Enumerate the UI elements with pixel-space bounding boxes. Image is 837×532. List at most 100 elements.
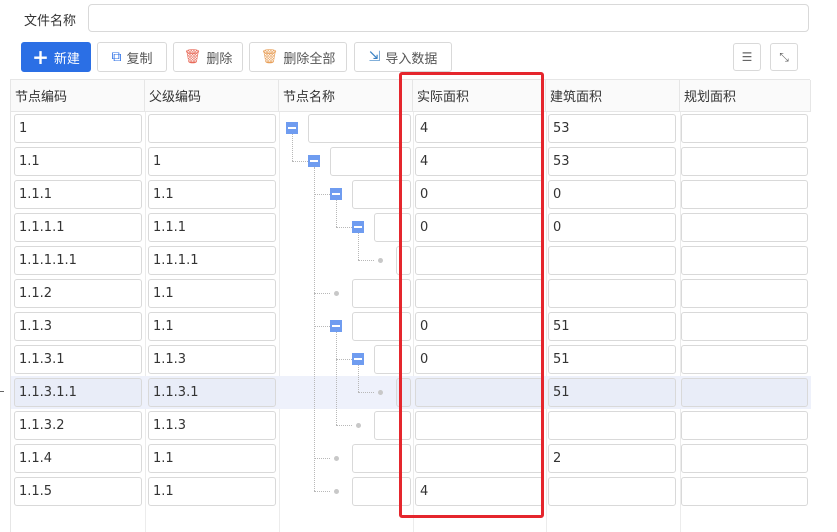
table-row[interactable]: 1.1.3.2 1.1.3 bbox=[11, 409, 811, 442]
node-code-input[interactable]: 1.1.1.1.1 bbox=[14, 246, 142, 275]
building-area-input[interactable]: 51 bbox=[548, 378, 676, 407]
planned-area-input[interactable] bbox=[681, 180, 808, 209]
building-area-input[interactable]: 2 bbox=[548, 444, 676, 473]
actual-area-input[interactable]: 0 bbox=[415, 213, 543, 242]
actual-area-input[interactable]: 4 bbox=[415, 477, 543, 506]
node-code-input[interactable]: 1.1.4 bbox=[14, 444, 142, 473]
planned-area-input[interactable] bbox=[681, 213, 808, 242]
collapse-top-button[interactable]: ☰ bbox=[733, 43, 761, 71]
planned-area-input[interactable] bbox=[681, 345, 808, 374]
actual-area-input[interactable]: 0 bbox=[415, 345, 543, 374]
node-name-input[interactable] bbox=[308, 114, 411, 143]
actual-area-input[interactable]: 0 bbox=[415, 312, 543, 341]
building-area-input[interactable] bbox=[548, 411, 676, 440]
node-code-input[interactable]: 1.1.3.1 bbox=[14, 345, 142, 374]
parent-code-input[interactable]: 1.1.1 bbox=[148, 213, 276, 242]
parent-code-input[interactable]: 1.1 bbox=[148, 444, 276, 473]
node-code-input[interactable]: 1.1.1.1 bbox=[14, 213, 142, 242]
node-name-input[interactable] bbox=[352, 477, 411, 506]
parent-code-input[interactable]: 1.1 bbox=[148, 180, 276, 209]
actual-area-input[interactable] bbox=[415, 279, 543, 308]
node-name-input[interactable] bbox=[396, 246, 411, 275]
import-button[interactable]: ⇲ 导入数据 bbox=[354, 42, 452, 72]
parent-code-input[interactable] bbox=[148, 114, 276, 143]
table-row[interactable]: 1.1.1.1.1 1.1.1.1 bbox=[11, 244, 811, 277]
parent-code-input[interactable]: 1.1.3 bbox=[148, 345, 276, 374]
collapse-toggle-icon[interactable] bbox=[352, 221, 364, 233]
collapse-toggle-icon[interactable] bbox=[308, 155, 320, 167]
parent-code-input[interactable]: 1.1 bbox=[148, 312, 276, 341]
delete-all-button[interactable]: 🗑 删除全部 bbox=[249, 42, 347, 72]
planned-area-input[interactable] bbox=[681, 477, 808, 506]
parent-code-input[interactable]: 1.1.3.1 bbox=[148, 378, 276, 407]
parent-code-input[interactable]: 1.1.1.1 bbox=[148, 246, 276, 275]
node-code-input[interactable]: 1.1.3.1.1 bbox=[14, 378, 142, 407]
actual-area-input[interactable]: 4 bbox=[415, 147, 543, 176]
node-name-input[interactable] bbox=[352, 180, 411, 209]
table-row[interactable]: 1.1.4 1.1 2 bbox=[11, 442, 811, 475]
building-area-input[interactable]: 53 bbox=[548, 114, 676, 143]
planned-area-input[interactable] bbox=[681, 378, 808, 407]
node-code-input[interactable]: 1.1.3 bbox=[14, 312, 142, 341]
building-area-input[interactable]: 0 bbox=[548, 180, 676, 209]
planned-area-input[interactable] bbox=[681, 411, 808, 440]
node-name-input[interactable] bbox=[330, 147, 411, 176]
planned-area-input[interactable] bbox=[681, 246, 808, 275]
actual-area-input[interactable] bbox=[415, 378, 543, 407]
building-area-input[interactable] bbox=[548, 246, 676, 275]
parent-code-input[interactable]: 1.1 bbox=[148, 477, 276, 506]
planned-area-input[interactable] bbox=[681, 279, 808, 308]
trash-icon: 🗑 bbox=[183, 49, 202, 65]
planned-area-input[interactable] bbox=[681, 312, 808, 341]
actual-area-input[interactable]: 0 bbox=[415, 180, 543, 209]
leaf-node-icon bbox=[378, 258, 383, 263]
actual-area-input[interactable] bbox=[415, 411, 543, 440]
parent-code-input[interactable]: 1.1 bbox=[148, 279, 276, 308]
collapse-toggle-icon[interactable] bbox=[286, 122, 298, 134]
node-name-input[interactable] bbox=[374, 345, 411, 374]
node-code-input[interactable]: 1 bbox=[14, 114, 142, 143]
node-code-input[interactable]: 1.1.1 bbox=[14, 180, 142, 209]
node-name-input[interactable] bbox=[352, 444, 411, 473]
node-name-input[interactable] bbox=[352, 279, 411, 308]
table-row[interactable]: 1.1.3 1.1 0 51 bbox=[11, 310, 811, 343]
node-code-input[interactable]: 1.1.2 bbox=[14, 279, 142, 308]
node-name-input[interactable] bbox=[374, 411, 411, 440]
collapse-toggle-icon[interactable] bbox=[352, 353, 364, 365]
collapse-toggle-icon[interactable] bbox=[330, 188, 342, 200]
file-name-input[interactable] bbox=[88, 4, 809, 32]
building-area-input[interactable]: 51 bbox=[548, 345, 676, 374]
node-code-input[interactable]: 1.1.5 bbox=[14, 477, 142, 506]
fullscreen-button[interactable]: ⤡ bbox=[770, 43, 798, 71]
building-area-input[interactable]: 53 bbox=[548, 147, 676, 176]
actual-area-input[interactable] bbox=[415, 246, 543, 275]
node-name-input[interactable] bbox=[374, 213, 411, 242]
table-row[interactable]: 1.1.1.1 1.1.1 0 0 bbox=[11, 211, 811, 244]
parent-code-input[interactable]: 1.1.3 bbox=[148, 411, 276, 440]
table-row[interactable]: 1.1.5 1.1 4 bbox=[11, 475, 811, 508]
building-area-input[interactable] bbox=[548, 279, 676, 308]
planned-area-input[interactable] bbox=[681, 444, 808, 473]
building-area-input[interactable]: 0 bbox=[548, 213, 676, 242]
table-row[interactable]: 1.1 1 4 53 bbox=[11, 145, 811, 178]
table-row[interactable]: 1.1.1 1.1 0 0 bbox=[11, 178, 811, 211]
building-area-input[interactable]: 51 bbox=[548, 312, 676, 341]
node-code-input[interactable]: 1.1 bbox=[14, 147, 142, 176]
node-name-input[interactable] bbox=[396, 378, 411, 407]
planned-area-input[interactable] bbox=[681, 114, 808, 143]
table-row[interactable]: 1.1.3.1.1 1.1.3.1 51 bbox=[11, 376, 811, 409]
building-area-input[interactable] bbox=[548, 477, 676, 506]
node-code-input[interactable]: 1.1.3.2 bbox=[14, 411, 142, 440]
table-row[interactable]: 1 4 53 bbox=[11, 112, 811, 145]
actual-area-input[interactable] bbox=[415, 444, 543, 473]
table-row[interactable]: 1.1.3.1 1.1.3 0 51 bbox=[11, 343, 811, 376]
actual-area-input[interactable]: 4 bbox=[415, 114, 543, 143]
planned-area-input[interactable] bbox=[681, 147, 808, 176]
copy-button[interactable]: ⧉ 复制 bbox=[97, 42, 167, 72]
table-row[interactable]: 1.1.2 1.1 bbox=[11, 277, 811, 310]
collapse-toggle-icon[interactable] bbox=[330, 320, 342, 332]
new-button[interactable]: + 新建 bbox=[21, 42, 91, 72]
parent-code-input[interactable]: 1 bbox=[148, 147, 276, 176]
delete-button[interactable]: 🗑 删除 bbox=[173, 42, 243, 72]
node-name-input[interactable] bbox=[352, 312, 411, 341]
